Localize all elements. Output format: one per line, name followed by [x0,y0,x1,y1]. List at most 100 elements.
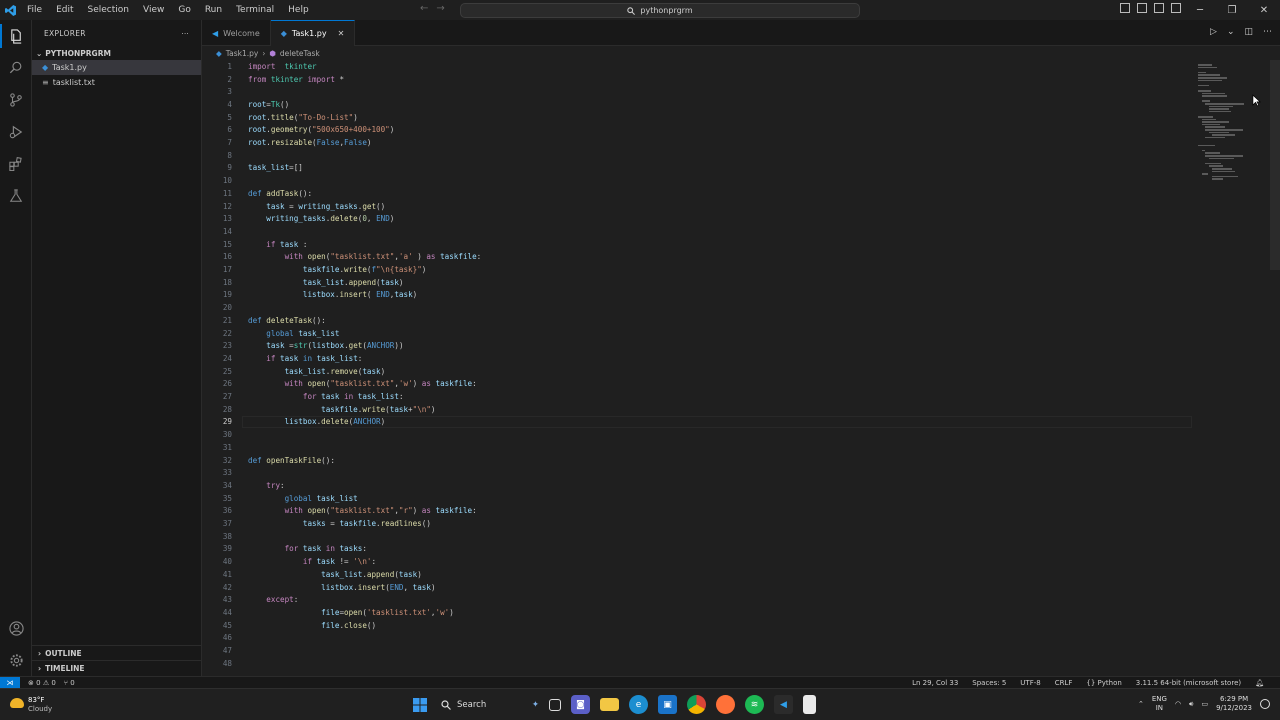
spotify-icon[interactable]: ≋ [745,695,764,714]
code-line[interactable]: 5 root.title("To-Do-List") [202,111,357,124]
code-line[interactable]: 25 task_list.remove(task) [202,365,385,378]
file-explorer-icon[interactable] [600,698,619,711]
run-python-icon[interactable]: ▷ [1210,27,1217,37]
language-mode[interactable]: {} Python [1086,679,1121,687]
menu-run[interactable]: Run [198,0,229,20]
close-window-icon[interactable]: ✕ [1248,0,1280,20]
code-line[interactable]: 45 file.close() [202,619,376,632]
code-line[interactable]: 20 [202,301,232,314]
end-of-line[interactable]: CRLF [1055,679,1073,687]
code-line[interactable]: 9 task_list=[] [202,162,302,175]
code-line[interactable]: 1 import tkinter [202,60,316,73]
code-line[interactable]: 43 except: [202,593,298,606]
minimap[interactable] [1192,60,1262,190]
back-arrow-icon[interactable]: ← [420,3,428,14]
code-line[interactable]: 22 global task_list [202,327,340,340]
code-line[interactable]: 13 writing_tasks.delete(0, END) [202,212,395,225]
toggle-panel-icon[interactable] [1137,3,1147,13]
code-line[interactable]: 3 [202,85,232,98]
vscode-taskbar-icon[interactable]: ◀ [774,695,793,714]
code-line[interactable]: 37 tasks = taskfile.readlines() [202,517,431,530]
chrome-icon[interactable] [687,695,706,714]
customize-layout-icon[interactable] [1171,3,1181,13]
windows-start-icon[interactable] [410,695,429,714]
code-line[interactable]: 41 task_list.append(task) [202,568,422,581]
code-line[interactable]: 26 with open("tasklist.txt",'w') as task… [202,378,477,391]
split-editor-icon[interactable]: ◫ [1244,27,1253,37]
clock[interactable]: 6:29 PM 9/12/2023 [1216,695,1252,713]
breadcrumb-file[interactable]: Task1.py [226,49,259,58]
code-line[interactable]: 23 task =str(listbox.get(ANCHOR)) [202,339,404,352]
code-line[interactable]: 44 file=open('tasklist.txt','w') [202,606,454,619]
menu-go[interactable]: Go [171,0,197,20]
minimize-icon[interactable]: ─ [1184,0,1216,20]
firefox-icon[interactable] [716,695,735,714]
menu-view[interactable]: View [136,0,171,20]
code-line[interactable]: 16 with open("tasklist.txt",'a' ) as tas… [202,251,481,264]
language-indicator[interactable]: ENG IN [1152,695,1167,713]
more-actions-icon[interactable]: ⋯ [181,29,189,38]
testing-flask-icon[interactable] [0,180,32,212]
menu-help[interactable]: Help [281,0,316,20]
explorer-icon[interactable] [0,20,32,52]
file-item-task1[interactable]: ◆ Task1.py [32,60,201,75]
code-line[interactable]: 30 [202,428,232,441]
code-line[interactable]: 6 root.geometry("500x650+400+100") [202,124,394,137]
code-line[interactable]: 33 [202,466,232,479]
outline-section[interactable]: › OUTLINE [32,645,202,660]
code-line[interactable]: 19 listbox.insert( END,task) [202,289,417,302]
notepad-icon[interactable] [803,695,816,714]
volume-icon[interactable]: 🔊︎ [1189,700,1193,709]
code-line[interactable]: 11 def addTask(): [202,187,312,200]
remote-indicator-icon[interactable]: ⋊ [0,676,20,689]
code-line[interactable]: 7 root.resizable(False,False) [202,136,371,149]
show-hidden-icons-icon[interactable]: ⌃ [1138,700,1144,708]
code-line[interactable]: 47 [202,644,232,657]
workspace-folder[interactable]: ⌄ PYTHONPRGRM [32,46,201,60]
source-control-icon[interactable] [0,84,32,116]
extensions-icon[interactable] [0,148,32,180]
code-editor[interactable]: 1 import tkinter 2 from tkinter import * 3 4 r… [202,60,1192,676]
taskbar-search[interactable]: Search ✦ [439,695,539,714]
code-line[interactable]: 32 def openTaskFile(): [202,454,335,467]
code-line[interactable]: 14 [202,225,232,238]
close-tab-icon[interactable]: ✕ [338,29,345,38]
toggle-primary-sidebar-icon[interactable] [1120,3,1130,13]
menu-file[interactable]: File [20,0,49,20]
python-interpreter[interactable]: 3.11.5 64-bit (microsoft store) [1136,679,1241,687]
more-actions-icon[interactable]: ⋯ [1263,27,1272,37]
code-line[interactable]: 48 [202,657,232,670]
chat-icon[interactable]: ◙ [571,695,590,714]
wifi-icon[interactable]: ◠ [1175,700,1181,708]
code-line[interactable]: 27 for task in task_list: [202,390,404,403]
toggle-secondary-sidebar-icon[interactable] [1154,3,1164,13]
problems-status[interactable]: ⊗ 0 ⚠ 0 [28,679,56,687]
code-line[interactable]: 8 [202,149,232,162]
account-icon[interactable] [0,612,32,644]
cursor-position[interactable]: Ln 29, Col 33 [912,679,958,687]
tab-task1[interactable]: ◆ Task1.py ✕ [270,20,356,46]
battery-icon[interactable]: ▭ [1201,700,1208,708]
code-line[interactable]: 24 if task in task_list: [202,352,363,365]
notifications-bell-icon[interactable]: 🔔︎ [1255,679,1264,687]
code-line[interactable]: 10 [202,174,232,187]
menu-edit[interactable]: Edit [49,0,80,20]
editor-scrollbar[interactable] [1270,60,1280,270]
notification-center-icon[interactable] [1260,699,1270,709]
code-line[interactable]: 4 root=Tk() [202,98,289,111]
code-line[interactable]: 35 global task_list [202,492,358,505]
code-line[interactable]: 46 [202,632,232,645]
task-view-icon[interactable] [549,698,561,711]
edge-browser-icon[interactable]: e [629,695,648,714]
restore-icon[interactable]: ❐ [1216,0,1248,20]
breadcrumb-symbol[interactable]: deleteTask [280,49,320,58]
settings-gear-icon[interactable] [0,644,32,676]
code-line[interactable]: 2 from tkinter import * [202,73,344,86]
code-line[interactable]: 38 [202,530,232,543]
code-line[interactable]: 21 def deleteTask(): [202,314,326,327]
code-line[interactable]: 39 for task in tasks: [202,543,367,556]
store-icon[interactable]: ▣ [658,695,677,714]
encoding[interactable]: UTF-8 [1020,679,1040,687]
timeline-section[interactable]: › TIMELINE [32,660,202,675]
code-line[interactable]: 28 taskfile.write(task+"\n") [202,403,436,416]
